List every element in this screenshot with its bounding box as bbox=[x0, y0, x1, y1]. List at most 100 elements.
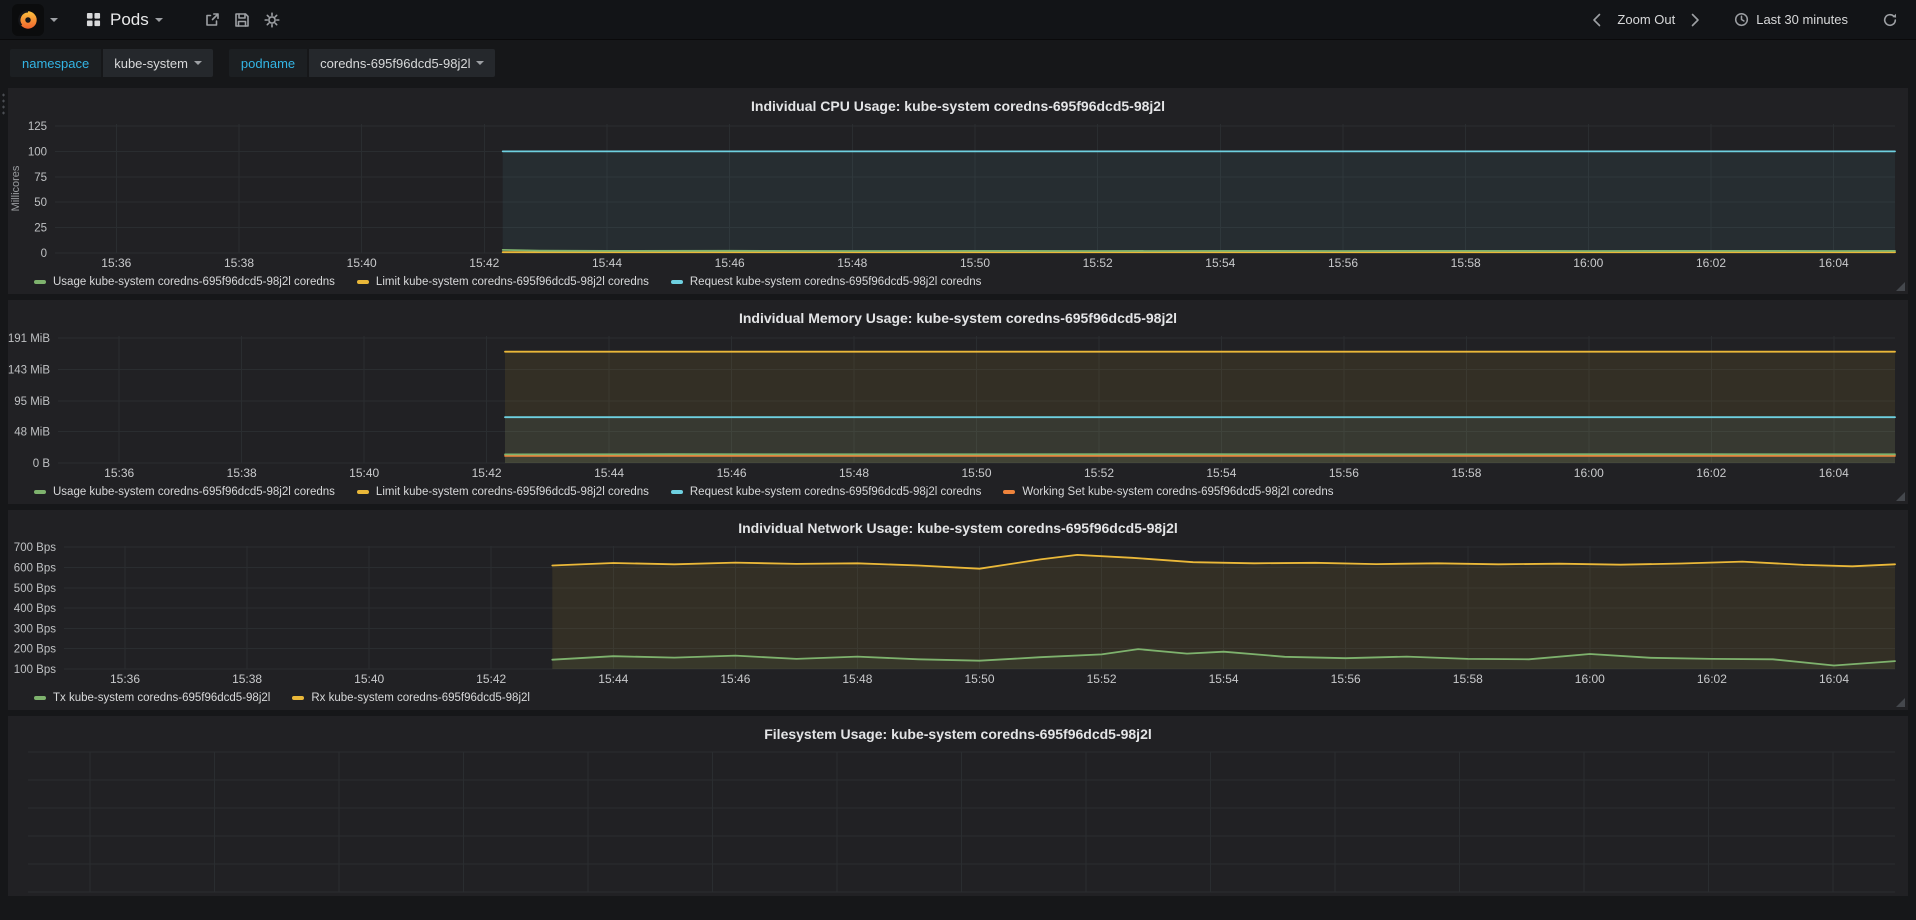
x-axis-tick-label: 15:36 bbox=[101, 256, 131, 270]
panel-resize-handle[interactable] bbox=[1896, 282, 1905, 291]
share-button[interactable] bbox=[197, 8, 227, 32]
grafana-main-menu[interactable] bbox=[12, 3, 58, 36]
chart-canvas[interactable]: 0 25 50 75 100 125 15:36 15:38 15:40 15:42 15:44 15… bbox=[8, 118, 1908, 270]
chevron-down-icon bbox=[50, 17, 58, 22]
dashboard-grid-icon bbox=[86, 12, 101, 27]
series-line bbox=[501, 249, 1896, 252]
memory-usage-chart[interactable]: 0 B 48 MiB 95 MiB 143 MiB 191 MiB 15:36 15:38 1… bbox=[8, 330, 1908, 480]
legend-item[interactable]: Limit kube-system coredns-695f96dcd5-98j… bbox=[356, 276, 649, 288]
x-axis-tick-label: 16:04 bbox=[1819, 672, 1849, 686]
variable-label-namespace: namespace bbox=[10, 49, 102, 77]
x-axis-tick-label: 15:36 bbox=[110, 672, 140, 686]
variable-label-podname: podname bbox=[228, 49, 308, 77]
chevron-down-icon bbox=[154, 17, 163, 22]
x-axis-tick-label: 15:48 bbox=[839, 466, 869, 480]
series-color-icon bbox=[34, 490, 46, 494]
x-axis-tick-label: 15:36 bbox=[104, 466, 134, 480]
legend-item[interactable]: Request kube-system coredns-695f96dcd5-9… bbox=[670, 486, 981, 498]
navbar: Pods Zoom Out Last 30 minutes bbox=[0, 0, 1916, 40]
refresh-button[interactable] bbox=[1876, 8, 1904, 32]
y-axis-tick-label: 95 MiB bbox=[14, 396, 50, 408]
variable-value-namespace[interactable]: kube-system bbox=[103, 49, 213, 77]
variable-value-podname[interactable]: coredns-695f96dcd5-98j2l bbox=[309, 49, 496, 77]
panel-network-usage: Individual Network Usage: kube-system co… bbox=[8, 510, 1908, 710]
y-axis-tick-label: 25 bbox=[34, 223, 47, 235]
panel-title[interactable]: Filesystem Usage: kube-system coredns-69… bbox=[8, 722, 1908, 746]
legend-item[interactable]: Request kube-system coredns-695f96dcd5-9… bbox=[670, 276, 981, 288]
save-button[interactable] bbox=[227, 8, 257, 32]
y-axis-tick-label: 0 B bbox=[33, 458, 51, 470]
cpu-usage-chart[interactable]: 0 25 50 75 100 125 15:36 15:38 15:40 15:42 15:44 15… bbox=[8, 118, 1908, 270]
legend-item[interactable]: Rx kube-system coredns-695f96dcd5-98j2l bbox=[292, 692, 530, 704]
x-axis-tick-label: 16:04 bbox=[1819, 256, 1849, 270]
panel-title[interactable]: Individual Network Usage: kube-system co… bbox=[8, 516, 1908, 540]
x-axis-tick-label: 15:54 bbox=[1209, 672, 1239, 686]
zoom-out-button[interactable]: Zoom Out bbox=[1611, 8, 1681, 31]
y-axis-tick-label: 191 MiB bbox=[8, 333, 50, 345]
y-axis-tick-label: 143 MiB bbox=[8, 364, 50, 376]
x-axis-tick-label: 15:52 bbox=[1083, 256, 1113, 270]
chart-canvas[interactable] bbox=[8, 746, 1908, 896]
x-axis-tick-label: 15:44 bbox=[592, 256, 622, 270]
variable-group-podname: podname coredns-695f96dcd5-98j2l bbox=[228, 49, 496, 77]
x-axis-tick-label: 15:40 bbox=[347, 256, 377, 270]
y-axis-tick-label: 500 Bps bbox=[14, 583, 56, 595]
panel-title-text: Filesystem Usage: kube-system coredns-69… bbox=[764, 726, 1152, 742]
template-variables-bar: namespace kube-system podname coredns-69… bbox=[0, 48, 1916, 78]
x-axis-tick-label: 15:38 bbox=[232, 672, 262, 686]
chart-canvas[interactable]: 0 B 48 MiB 95 MiB 143 MiB 191 MiB 15:36 15:38 1… bbox=[8, 330, 1908, 480]
x-axis-tick-label: 16:02 bbox=[1696, 256, 1726, 270]
chevron-left-icon bbox=[1593, 13, 1601, 26]
gear-icon bbox=[264, 11, 280, 28]
panel-resize-handle[interactable] bbox=[1896, 698, 1905, 707]
panel-title[interactable]: Individual Memory Usage: kube-system cor… bbox=[8, 306, 1908, 330]
y-axis-tick-label: 100 bbox=[28, 146, 47, 158]
share-icon bbox=[205, 12, 219, 26]
legend-item[interactable]: Usage kube-system coredns-695f96dcd5-98j… bbox=[34, 276, 335, 288]
x-axis-tick-label: 15:38 bbox=[227, 466, 257, 480]
x-axis-tick-label: 16:04 bbox=[1819, 466, 1849, 480]
chevron-right-icon bbox=[1691, 13, 1700, 26]
y-axis-tick-label: 600 Bps bbox=[14, 563, 56, 575]
legend-label: Working Set kube-system coredns-695f96dc… bbox=[1022, 486, 1334, 498]
panel-title-text: Individual CPU Usage: kube-system coredn… bbox=[751, 98, 1165, 114]
x-axis-tick-label: 16:00 bbox=[1574, 466, 1604, 480]
dashboard-panels: Individual CPU Usage: kube-system coredn… bbox=[0, 78, 1916, 896]
network-usage-chart[interactable]: 100 Bps 200 Bps 300 Bps 400 Bps 500 Bps 600 B… bbox=[8, 540, 1908, 686]
legend-item[interactable]: Working Set kube-system coredns-695f96dc… bbox=[1003, 486, 1333, 498]
time-shift-forward-button[interactable] bbox=[1685, 9, 1706, 31]
variable-value-text: kube-system bbox=[114, 55, 188, 71]
x-axis-tick-label: 15:50 bbox=[961, 466, 991, 480]
x-axis-tick-label: 15:58 bbox=[1451, 466, 1481, 480]
row-drag-handle[interactable] bbox=[1, 92, 6, 116]
legend-item[interactable]: Usage kube-system coredns-695f96dcd5-98j… bbox=[34, 486, 335, 498]
panel-title[interactable]: Individual CPU Usage: kube-system coredn… bbox=[8, 94, 1908, 118]
time-range-button[interactable]: Last 30 minutes bbox=[1728, 8, 1854, 31]
series-color-icon bbox=[356, 280, 369, 284]
x-axis-tick-label: 15:40 bbox=[349, 466, 379, 480]
x-axis-tick-label: 15:46 bbox=[720, 672, 750, 686]
legend-item[interactable]: Limit kube-system coredns-695f96dcd5-98j… bbox=[356, 486, 649, 498]
x-axis-tick-label: 16:02 bbox=[1696, 466, 1726, 480]
time-shift-back-button[interactable] bbox=[1586, 9, 1607, 31]
refresh-icon bbox=[1883, 13, 1897, 26]
clock-icon bbox=[1735, 12, 1749, 27]
chevron-down-icon bbox=[193, 61, 202, 65]
settings-button[interactable] bbox=[257, 8, 287, 32]
x-axis-tick-label: 15:50 bbox=[964, 672, 994, 686]
panel-title-text: Individual Memory Usage: kube-system cor… bbox=[738, 310, 1178, 326]
legend-item[interactable]: Tx kube-system coredns-695f96dcd5-98j2l bbox=[34, 692, 270, 704]
x-axis-tick-label: 15:52 bbox=[1087, 672, 1117, 686]
dashboard-picker[interactable]: Pods bbox=[78, 6, 171, 34]
x-axis-tick-label: 15:58 bbox=[1453, 672, 1483, 686]
y-axis-tick-label: 400 Bps bbox=[14, 603, 56, 615]
series-fill bbox=[505, 351, 1895, 463]
filesystem-usage-chart[interactable] bbox=[8, 746, 1908, 896]
cpu-usage-legend: Usage kube-system coredns-695f96dcd5-98j… bbox=[8, 270, 1908, 294]
chart-canvas[interactable]: 100 Bps 200 Bps 300 Bps 400 Bps 500 Bps 600 B… bbox=[8, 540, 1908, 686]
series-color-icon bbox=[292, 696, 305, 700]
series-color-icon bbox=[1003, 490, 1016, 494]
legend-label: Limit kube-system coredns-695f96dcd5-98j… bbox=[375, 486, 649, 498]
panel-resize-handle[interactable] bbox=[1896, 492, 1905, 501]
panel-filesystem-usage: Filesystem Usage: kube-system coredns-69… bbox=[8, 716, 1908, 896]
